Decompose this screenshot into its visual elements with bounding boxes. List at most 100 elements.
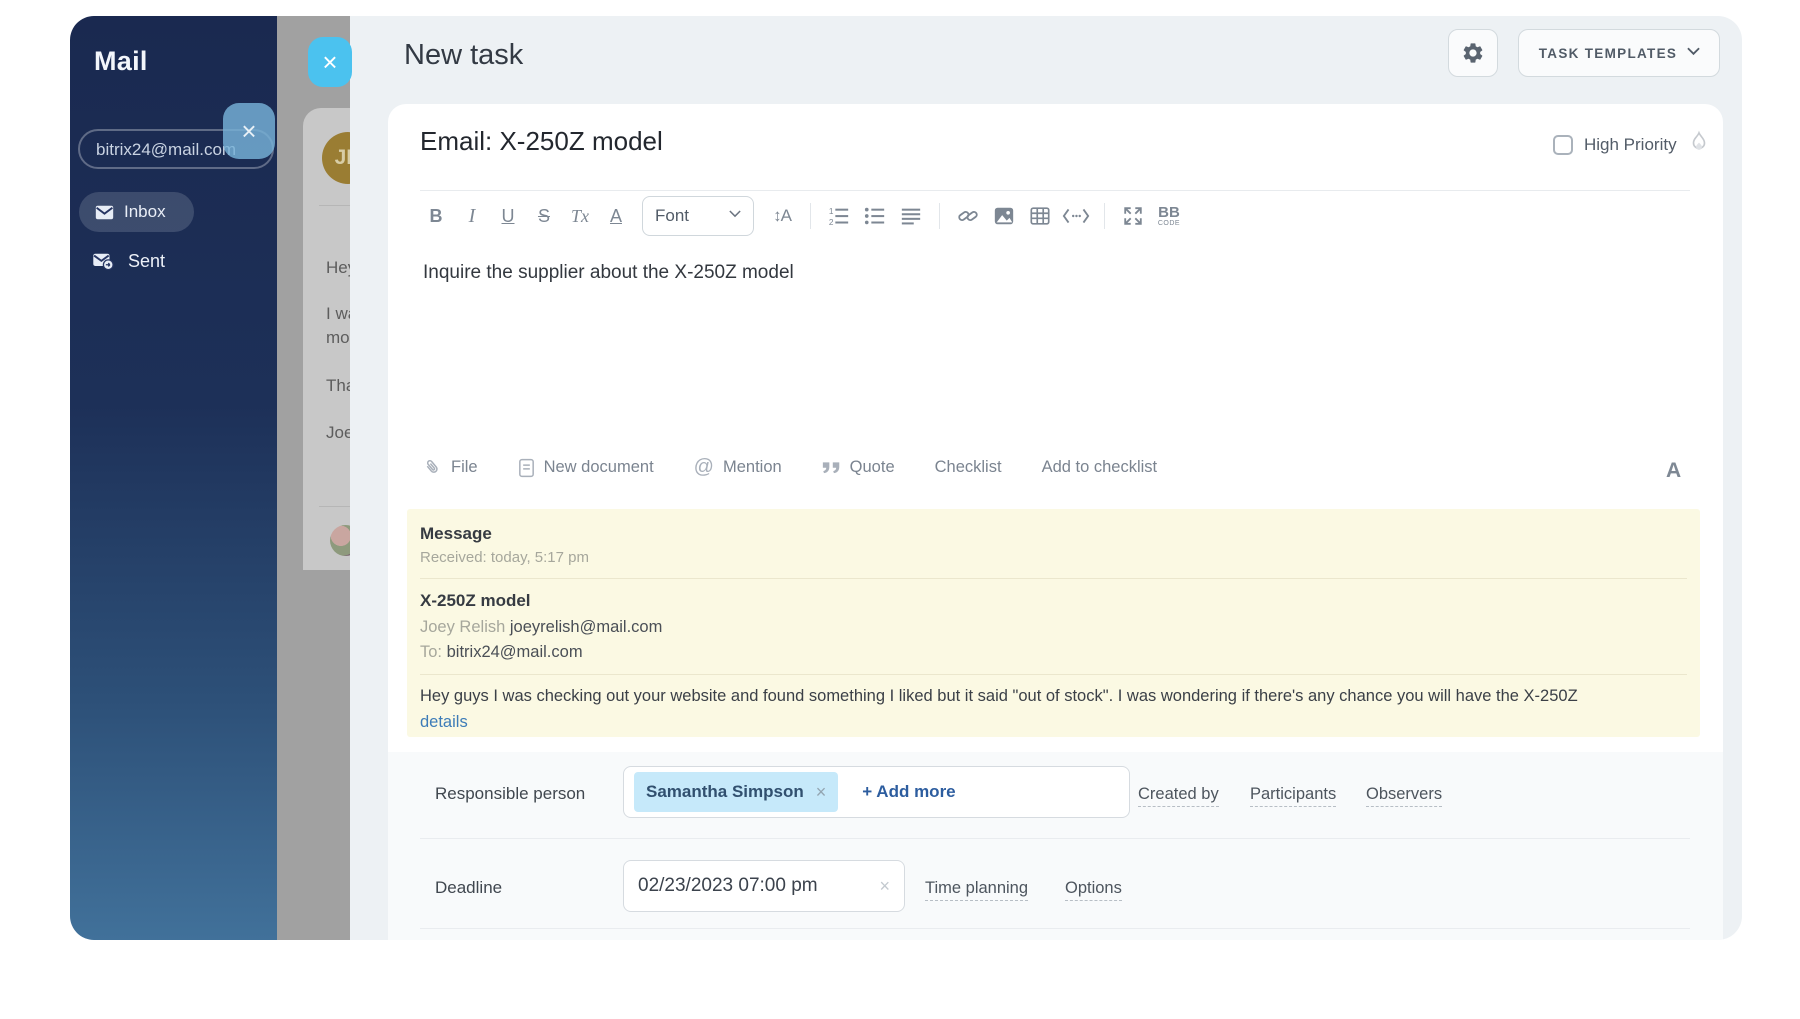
new-document-button[interactable]: New document: [518, 458, 654, 478]
bbcode-button[interactable]: BB CODE: [1151, 196, 1187, 236]
responsible-person-input[interactable]: Samantha Simpson × + Add more: [623, 766, 1130, 818]
participants-link[interactable]: Participants: [1250, 785, 1337, 807]
checklist-button[interactable]: Checklist: [935, 458, 1002, 477]
quote-label: Quote: [849, 458, 895, 476]
add-to-checklist-button[interactable]: Add to checklist: [1042, 458, 1158, 477]
email-text-fragment: mo: [326, 328, 350, 347]
chevron-down-icon: [1687, 47, 1700, 59]
fullscreen-button[interactable]: [1115, 196, 1151, 236]
time-planning-link[interactable]: Time planning: [925, 879, 1029, 901]
checklist-label: Checklist: [934, 458, 1002, 476]
flame-icon: [1688, 130, 1710, 155]
options-link[interactable]: Options: [1065, 879, 1122, 901]
message-body-preview: Hey guys I was checking out your website…: [420, 687, 1578, 705]
editor-toolbar: B I U S Tx A Font ↕A 12 BB CODE: [418, 194, 1187, 238]
deadline-input[interactable]: 02/23/2023 07:00 pm ×: [623, 860, 905, 912]
message-received-timestamp: Received: today, 5:17 pm: [420, 549, 589, 566]
close-icon: ×: [322, 46, 338, 77]
deadline-label: Deadline: [435, 878, 503, 897]
sidebar-item-label: Inbox: [124, 202, 166, 221]
toolbar-separator: [939, 203, 940, 229]
strikethrough-button[interactable]: S: [526, 196, 562, 236]
add-to-checklist-label: Add to checklist: [1041, 458, 1158, 476]
to-label: To:: [420, 643, 443, 661]
task-form-card: Email: X-250Z model High Priority B I U …: [388, 104, 1723, 940]
observers-link[interactable]: Observers: [1366, 785, 1443, 807]
task-templates-label: TASK TEMPLATES: [1538, 45, 1678, 61]
sidebar-item-label: Sent: [128, 251, 166, 271]
underline-button[interactable]: U: [490, 196, 526, 236]
file-button[interactable]: File: [423, 458, 478, 477]
settings-button[interactable]: [1448, 29, 1498, 77]
background-slider-close-button[interactable]: ×: [223, 103, 275, 159]
sidebar-item-inbox[interactable]: Inbox: [79, 192, 194, 232]
font-dropdown-value: Font: [655, 206, 690, 225]
at-icon: @: [693, 456, 714, 478]
message-subject: X-250Z model: [420, 591, 531, 610]
sidebar-item-sent[interactable]: Sent: [92, 251, 165, 272]
screen: Mail bitrix24@mail.com Inbox Sent × J He…: [0, 0, 1800, 1019]
high-priority-checkbox[interactable]: [1553, 135, 1573, 155]
clear-format-button[interactable]: Tx: [562, 196, 598, 236]
inbox-envelope-icon: [95, 205, 114, 220]
remove-assignee-icon[interactable]: ×: [816, 782, 827, 803]
deadline-value: 02/23/2023 07:00 pm: [638, 875, 818, 896]
toolbar-separator: [1104, 203, 1105, 229]
text-color-toggle[interactable]: A: [1666, 459, 1681, 483]
gear-icon: [1461, 41, 1485, 65]
quote-icon: [822, 461, 841, 475]
sender-name: Joey Relish: [420, 618, 506, 636]
ordered-list-button[interactable]: 12: [821, 196, 857, 236]
divider: [420, 674, 1687, 675]
clear-deadline-icon[interactable]: ×: [879, 876, 890, 897]
responsible-person-label: Responsible person: [435, 784, 586, 803]
page-title: New task: [404, 39, 524, 71]
message-from-line: Joey Relish joeyrelish@mail.com: [420, 618, 1687, 637]
new-document-label: New document: [543, 458, 654, 476]
details-link[interactable]: details: [420, 713, 468, 732]
bullet-list-button[interactable]: [857, 196, 893, 236]
divider: [420, 838, 1690, 839]
mail-app-title: Mail: [94, 46, 148, 76]
assignee-name: Samantha Simpson: [646, 782, 804, 801]
text-color-button[interactable]: A: [598, 196, 634, 236]
svg-text:1: 1: [829, 207, 834, 216]
divider: [420, 190, 1690, 191]
divider: [420, 928, 1690, 929]
close-icon: ×: [241, 115, 257, 146]
toolbar-separator: [810, 203, 811, 229]
task-fields-section: Responsible person Samantha Simpson × + …: [388, 752, 1723, 940]
paperclip-icon: [419, 454, 446, 481]
italic-button[interactable]: I: [454, 196, 490, 236]
assignee-tag[interactable]: Samantha Simpson ×: [634, 772, 839, 812]
sent-envelope-icon: [92, 253, 114, 270]
table-button[interactable]: [1022, 196, 1058, 236]
bold-button[interactable]: B: [418, 196, 454, 236]
dimmed-overlay-strip: JR Hey I wa mo Tha Joe: [277, 16, 356, 940]
task-description-editor[interactable]: Inquire the supplier about the X-250Z mo…: [423, 262, 794, 284]
recipient-email: bitrix24@mail.com: [446, 643, 583, 661]
link-button[interactable]: [950, 196, 986, 236]
font-dropdown[interactable]: Font: [642, 196, 754, 236]
linked-email-message-block: Message Received: today, 5:17 pm X-250Z …: [407, 509, 1700, 737]
sender-email: joeyrelish@mail.com: [509, 618, 663, 636]
align-button[interactable]: [893, 196, 929, 236]
task-title-input[interactable]: Email: X-250Z model: [420, 126, 663, 157]
new-task-panel: New task TASK TEMPLATES Email: X-250Z mo…: [350, 16, 1742, 940]
task-slider-close-button[interactable]: ×: [308, 37, 352, 87]
svg-text:2: 2: [829, 218, 834, 227]
dimmed-email-card: JR Hey I wa mo Tha Joe: [303, 108, 356, 570]
created-by-link[interactable]: Created by: [1138, 785, 1219, 807]
mail-sidebar: Mail bitrix24@mail.com Inbox Sent ×: [70, 16, 277, 940]
task-templates-button[interactable]: TASK TEMPLATES: [1518, 29, 1720, 77]
font-size-button[interactable]: ↕A: [764, 196, 800, 236]
add-more-button[interactable]: + Add more: [862, 782, 955, 802]
quote-button[interactable]: Quote: [822, 458, 895, 477]
image-button[interactable]: [986, 196, 1022, 236]
message-block-title: Message: [420, 524, 492, 543]
mention-button[interactable]: @ Mention: [694, 456, 782, 479]
file-label: File: [451, 458, 478, 476]
divider: [420, 578, 1687, 579]
code-button[interactable]: [1058, 196, 1094, 236]
bbcode-icon: BB CODE: [1157, 204, 1181, 227]
